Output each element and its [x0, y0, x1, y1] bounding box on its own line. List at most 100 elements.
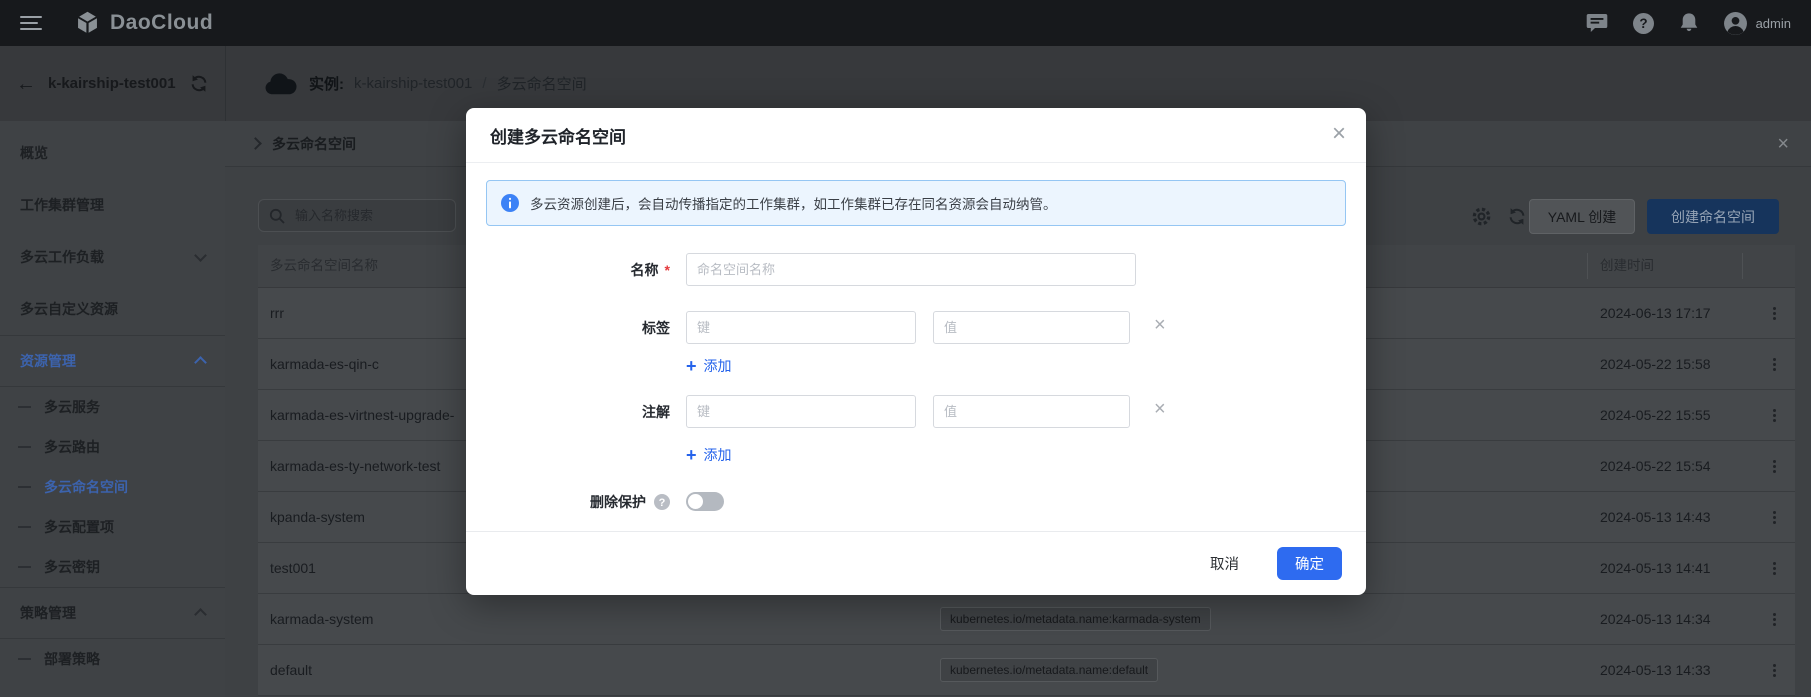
dash-icon [18, 566, 31, 568]
namespace-name[interactable]: karmada-es-ty-network-test [270, 441, 440, 491]
modal-close-icon[interactable]: × [1332, 122, 1346, 146]
yaml-create-button[interactable]: YAML 创建 [1529, 199, 1635, 234]
message-icon[interactable] [1586, 13, 1608, 33]
sidebar-item-cluster-management[interactable]: 工作集群管理 [0, 179, 225, 231]
switch-instance-icon[interactable] [189, 74, 209, 93]
delete-protection-toggle[interactable] [686, 492, 724, 511]
created-time: 2024-05-22 15:58 [1600, 339, 1711, 389]
namespace-name[interactable]: karmada-system [270, 594, 373, 644]
created-time: 2024-05-13 14:41 [1600, 543, 1711, 593]
cancel-button[interactable]: 取消 [1204, 552, 1245, 575]
sidebar-item-custom-resource[interactable]: 多云自定义资源 [0, 283, 225, 335]
hamburger-menu-icon[interactable] [20, 16, 42, 30]
sidebar-item-overview[interactable]: 概览 [0, 127, 225, 179]
form-row-labels: 标签 × [466, 311, 1346, 344]
namespace-name[interactable]: kpanda-system [270, 492, 365, 542]
kebab-menu-icon[interactable] [1764, 455, 1784, 477]
sidebar-item-multicloud-configmap[interactable]: 多云配置项 [0, 507, 225, 547]
cloud-icon [264, 72, 297, 95]
daocloud-cube-icon [74, 10, 101, 37]
form-row-annotations: 注解 × [466, 395, 1346, 428]
daocloud-logo: DaoCloud [74, 10, 213, 37]
sidebar-group-resource-management[interactable]: 资源管理 [0, 335, 225, 387]
add-annotation-link[interactable]: 添加 [686, 444, 732, 466]
back-arrow-icon[interactable]: ← [16, 74, 36, 94]
avatar-icon [1723, 11, 1748, 36]
label-value-input[interactable] [933, 311, 1130, 344]
table-row[interactable]: karmada-system kubernetes.io/metadata.na… [258, 594, 1795, 645]
sidebar-item-multicloud-service[interactable]: 多云服务 [0, 387, 225, 427]
info-alert: 多云资源创建后，会自动传播指定的工作集群，如工作集群已存在同名资源会自动纳管。 [486, 180, 1346, 226]
gear-icon[interactable] [1472, 207, 1491, 226]
search-box[interactable] [258, 199, 456, 232]
created-time: 2024-05-13 14:34 [1600, 594, 1711, 644]
table-row[interactable]: default kubernetes.io/metadata.name:defa… [258, 645, 1795, 696]
chevron-up-icon [194, 608, 207, 621]
label-chip: kubernetes.io/metadata.name:default [940, 658, 1158, 682]
create-namespace-button[interactable]: 创建命名空间 [1647, 199, 1779, 234]
required-asterisk: * [665, 262, 670, 278]
user-name: admin [1756, 16, 1791, 31]
remove-row-icon[interactable]: × [1154, 399, 1166, 419]
column-header-created: 创建时间 [1600, 245, 1654, 287]
sidebar-item-multicloud-namespace[interactable]: 多云命名空间 [0, 467, 225, 507]
dash-icon [18, 446, 31, 448]
column-header-name: 多云命名空间名称 [270, 245, 378, 287]
label-key-input[interactable] [686, 311, 916, 344]
kebab-menu-icon[interactable] [1764, 404, 1784, 426]
modal-header: 创建多云命名空间 × [466, 108, 1366, 163]
namespace-name[interactable]: default [270, 645, 312, 695]
sidebar-nav: 概览 工作集群管理 多云工作负载 多云自定义资源 资源管理 多云服务 多云路由 … [0, 121, 225, 697]
annotation-value-input[interactable] [933, 395, 1130, 428]
chevron-right-icon[interactable] [249, 137, 262, 150]
namespace-name[interactable]: karmada-es-virtnest-upgrade- [270, 390, 454, 440]
top-bar: DaoCloud ? [0, 0, 1811, 46]
logo-text: DaoCloud [110, 11, 213, 35]
dash-icon [18, 486, 31, 488]
confirm-button[interactable]: 确定 [1277, 547, 1342, 580]
help-icon[interactable]: ? [1632, 12, 1655, 35]
user-menu[interactable]: admin [1723, 11, 1791, 36]
search-icon [269, 208, 285, 224]
dash-icon [18, 526, 31, 528]
created-time: 2024-06-13 17:17 [1600, 288, 1711, 338]
bell-icon[interactable] [1679, 12, 1699, 34]
sidebar-item-deploy-policy[interactable]: 部署策略 [0, 639, 225, 679]
created-time: 2024-05-22 15:54 [1600, 441, 1711, 491]
created-time: 2024-05-22 15:55 [1600, 390, 1711, 440]
sidebar-item-multicloud-route[interactable]: 多云路由 [0, 427, 225, 467]
kebab-menu-icon[interactable] [1764, 302, 1784, 324]
instance-name: k-kairship-test001 [48, 75, 176, 92]
remove-row-icon[interactable]: × [1154, 315, 1166, 335]
svg-text:?: ? [1639, 16, 1647, 31]
svg-text:?: ? [659, 497, 666, 509]
chevron-down-icon [194, 249, 207, 262]
namespace-name[interactable]: karmada-es-qin-c [270, 339, 379, 389]
add-label-link[interactable]: 添加 [686, 355, 732, 377]
labels-label: 标签 [642, 318, 670, 338]
modal-title: 创建多云命名空间 [490, 123, 626, 148]
kebab-menu-icon[interactable] [1764, 353, 1784, 375]
add-label-text: 添加 [704, 356, 732, 376]
chevron-up-icon [194, 356, 207, 369]
close-icon[interactable]: × [1777, 134, 1789, 154]
question-circle-icon[interactable]: ? [654, 494, 670, 510]
delete-protection-label: 删除保护 [590, 492, 646, 512]
search-input[interactable] [293, 207, 445, 224]
annotation-key-input[interactable] [686, 395, 916, 428]
namespace-name-input[interactable] [686, 253, 1136, 286]
namespace-name[interactable]: rrr [270, 288, 284, 338]
refresh-icon[interactable] [1507, 207, 1527, 226]
namespace-name[interactable]: test001 [270, 543, 316, 593]
instance-label: 实例: [309, 73, 344, 94]
form-row-name: 名称* [466, 253, 1346, 286]
kebab-menu-icon[interactable] [1764, 659, 1784, 681]
sidebar-item-multicloud-secret[interactable]: 多云密钥 [0, 547, 225, 587]
kebab-menu-icon[interactable] [1764, 506, 1784, 528]
sidebar-group-policy-management[interactable]: 策略管理 [0, 587, 225, 639]
breadcrumb-instance[interactable]: k-kairship-test001 [354, 75, 472, 92]
kebab-menu-icon[interactable] [1764, 557, 1784, 579]
kebab-menu-icon[interactable] [1764, 608, 1784, 630]
sidebar-item-multicloud-workload[interactable]: 多云工作负载 [0, 231, 225, 283]
sidebar-header: ← k-kairship-test001 [0, 46, 225, 121]
